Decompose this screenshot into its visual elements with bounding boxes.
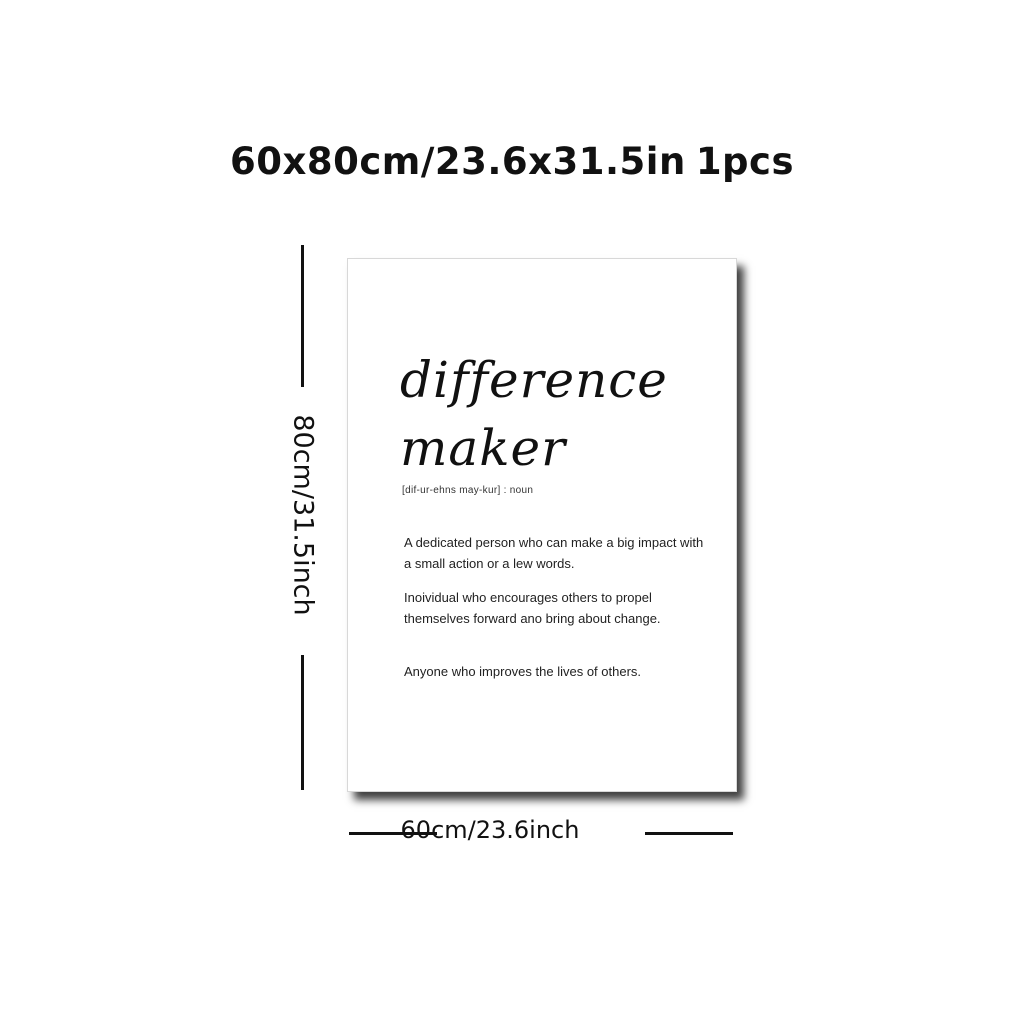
poster-title-line2: maker: [400, 419, 567, 477]
definition-1: A dedicated person who can make a big im…: [404, 535, 704, 571]
pronunciation: [dif-ur-ehns may-kur] : noun: [402, 485, 534, 496]
height-dimension-line-top: [301, 245, 304, 387]
poster-print: difference maker [dif-ur-ehns may-kur] :…: [347, 258, 737, 792]
size-text: 60x80cm/23.6x31.5in: [230, 140, 686, 183]
definition-2: Inoividual who encourages others to prop…: [404, 590, 661, 626]
size-headline: 60x80cm/23.6x31.5in 1pcs: [0, 140, 1024, 183]
height-dimension-label: 80cm/31.5inch: [287, 414, 319, 616]
quantity-text: 1pcs: [695, 140, 794, 183]
height-dimension-line-bottom: [301, 655, 304, 790]
definition-3: Anyone who improves the lives of others.: [404, 664, 642, 679]
width-dimension-label: 60cm/23.6inch: [400, 816, 580, 844]
poster-title-line1: difference: [400, 351, 668, 409]
